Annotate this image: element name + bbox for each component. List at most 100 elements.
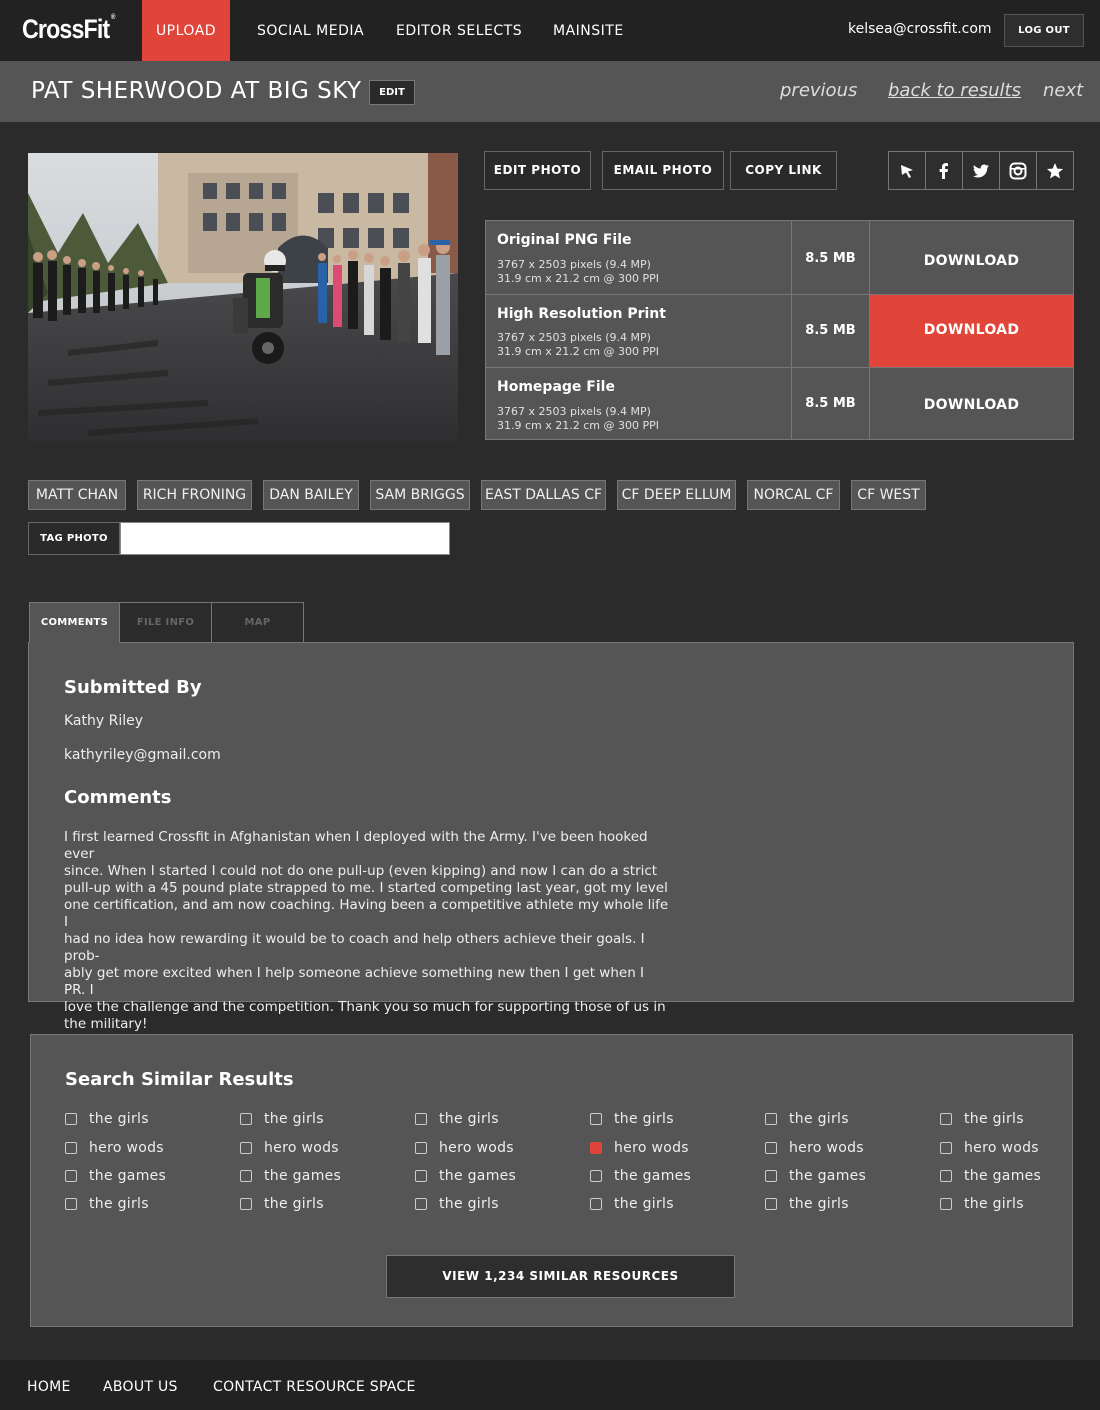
similar-checkbox-item[interactable]: the games (590, 1168, 691, 1184)
checkbox[interactable] (590, 1142, 602, 1154)
checkbox[interactable] (415, 1170, 427, 1182)
similar-checkbox-item[interactable]: hero wods (65, 1140, 164, 1156)
checkbox[interactable] (65, 1113, 77, 1125)
similar-checkbox-item[interactable]: the girls (940, 1196, 1024, 1212)
instagram-icon[interactable] (999, 152, 1036, 189)
logout-button[interactable]: LOG OUT (1004, 14, 1084, 47)
checkbox[interactable] (765, 1198, 777, 1210)
tag-chip[interactable]: SAM BRIGGS (370, 480, 470, 510)
footer-about-link[interactable]: ABOUT US (103, 1379, 178, 1395)
tag-chip[interactable]: MATT CHAN (28, 480, 126, 510)
similar-checkbox-item[interactable]: hero wods (415, 1140, 514, 1156)
comments-heading: Comments (64, 787, 172, 808)
checkbox[interactable] (65, 1170, 77, 1182)
checkbox[interactable] (765, 1142, 777, 1154)
checkbox[interactable] (940, 1170, 952, 1182)
similar-checkbox-item[interactable]: the girls (590, 1196, 674, 1212)
tag-chip[interactable]: NORCAL CF (747, 480, 840, 510)
comment-line: since. When I started I could not do one… (64, 863, 658, 879)
similar-checkbox-item[interactable]: the games (65, 1168, 166, 1184)
similar-checkbox-item[interactable]: hero wods (765, 1140, 864, 1156)
tag-chip[interactable]: RICH FRONING (137, 480, 252, 510)
twitter-icon[interactable] (962, 152, 999, 189)
similar-checkbox-item[interactable]: the girls (415, 1196, 499, 1212)
similar-checkbox-item[interactable]: the girls (590, 1111, 674, 1127)
similar-checkbox-item[interactable]: the games (240, 1168, 341, 1184)
download-table: Original PNG File 3767 x 2503 pixels (9.… (485, 220, 1074, 440)
similar-checkbox-item[interactable]: the girls (765, 1111, 849, 1127)
cursor-icon[interactable] (889, 152, 925, 189)
similar-checkbox-item[interactable]: hero wods (240, 1140, 339, 1156)
comment-line: had no idea how rewarding it would be to… (64, 931, 645, 964)
tab-file-info[interactable]: FILE INFO (119, 602, 212, 643)
main-photo[interactable] (28, 153, 458, 441)
tag-chip[interactable]: CF DEEP ELLUM (617, 480, 736, 510)
logo-text: CrossFit (22, 14, 110, 44)
tag-photo-button[interactable]: TAG PHOTO (28, 522, 120, 555)
comment-text: I first learned Crossfit in Afghanistan … (64, 829, 669, 1033)
email-photo-button[interactable]: EMAIL PHOTO (602, 151, 724, 190)
footer-home-link[interactable]: HOME (27, 1379, 71, 1395)
similar-checkbox-item[interactable]: the girls (940, 1111, 1024, 1127)
tab-comments[interactable]: COMMENTS (29, 602, 120, 643)
download-original-button[interactable]: DOWNLOAD (870, 221, 1073, 294)
checkbox[interactable] (765, 1113, 777, 1125)
tab-map[interactable]: MAP (211, 602, 304, 643)
checkbox[interactable] (590, 1113, 602, 1125)
previous-link[interactable]: previous (780, 80, 857, 101)
checkbox[interactable] (590, 1198, 602, 1210)
similar-checkbox-item[interactable]: the girls (415, 1111, 499, 1127)
checkbox[interactable] (240, 1170, 252, 1182)
user-email[interactable]: kelsea@crossfit.com (848, 21, 992, 37)
tag-photo-input[interactable] (120, 522, 450, 555)
star-icon[interactable] (1036, 152, 1073, 189)
facebook-icon[interactable] (925, 152, 962, 189)
download-homepage-button[interactable]: DOWNLOAD (870, 368, 1073, 440)
similar-checkbox-item[interactable]: the girls (240, 1111, 324, 1127)
tag-chip[interactable]: DAN BAILEY (263, 480, 359, 510)
checkbox[interactable] (415, 1198, 427, 1210)
nav-mainsite[interactable]: MAINSITE (553, 0, 624, 61)
submitter-name: Kathy Riley (64, 713, 144, 729)
similar-checkbox-item[interactable]: the games (415, 1168, 516, 1184)
back-to-results-link[interactable]: back to results (888, 80, 1021, 101)
nav-upload[interactable]: UPLOAD (142, 0, 230, 61)
nav-social-media[interactable]: SOCIAL MEDIA (257, 0, 364, 61)
tag-chip[interactable]: CF WEST (851, 480, 926, 510)
checkbox[interactable] (940, 1198, 952, 1210)
similar-checkbox-item[interactable]: hero wods (940, 1140, 1039, 1156)
tag-chip[interactable]: EAST DALLAS CF (481, 480, 606, 510)
checkbox[interactable] (240, 1113, 252, 1125)
footer-contact-link[interactable]: CONTACT RESOURCE SPACE (213, 1379, 416, 1395)
checkbox[interactable] (590, 1170, 602, 1182)
checkbox[interactable] (240, 1142, 252, 1154)
next-link[interactable]: next (1043, 80, 1083, 101)
similar-checkbox-item[interactable]: the girls (765, 1196, 849, 1212)
checkbox[interactable] (940, 1113, 952, 1125)
checkbox[interactable] (65, 1198, 77, 1210)
crossfit-logo[interactable]: CrossFit ® (22, 14, 115, 45)
nav-editor-selects[interactable]: EDITOR SELECTS (396, 0, 522, 61)
checkbox[interactable] (415, 1113, 427, 1125)
comments-panel: Submitted By Kathy Riley kathyriley@gmai… (28, 642, 1074, 1032)
comment-line: ably get more excited when I help someon… (64, 965, 645, 998)
similar-checkbox-item[interactable]: the girls (240, 1196, 324, 1212)
submitter-email[interactable]: kathyriley@gmail.com (64, 747, 221, 763)
checkbox[interactable] (65, 1142, 77, 1154)
checkbox[interactable] (765, 1170, 777, 1182)
similar-checkbox-item[interactable]: the girls (65, 1196, 149, 1212)
checkbox[interactable] (940, 1142, 952, 1154)
edit-title-button[interactable]: EDIT (369, 80, 415, 105)
view-similar-button[interactable]: VIEW 1,234 SIMILAR RESOURCES (386, 1255, 735, 1298)
checkbox[interactable] (240, 1198, 252, 1210)
similar-checkbox-item[interactable]: the games (765, 1168, 866, 1184)
similar-checkbox-item[interactable]: hero wods (590, 1140, 689, 1156)
similar-checkbox-item[interactable]: the games (940, 1168, 1041, 1184)
similar-checkbox-item[interactable]: the girls (65, 1111, 149, 1127)
download-high-res-button[interactable]: DOWNLOAD (870, 295, 1073, 367)
checkbox[interactable] (415, 1142, 427, 1154)
edit-photo-button[interactable]: EDIT PHOTO (484, 151, 591, 190)
copy-link-button[interactable]: COPY LINK (730, 151, 837, 190)
checkbox-label: the games (789, 1168, 867, 1184)
checkbox-label: the games (264, 1168, 342, 1184)
